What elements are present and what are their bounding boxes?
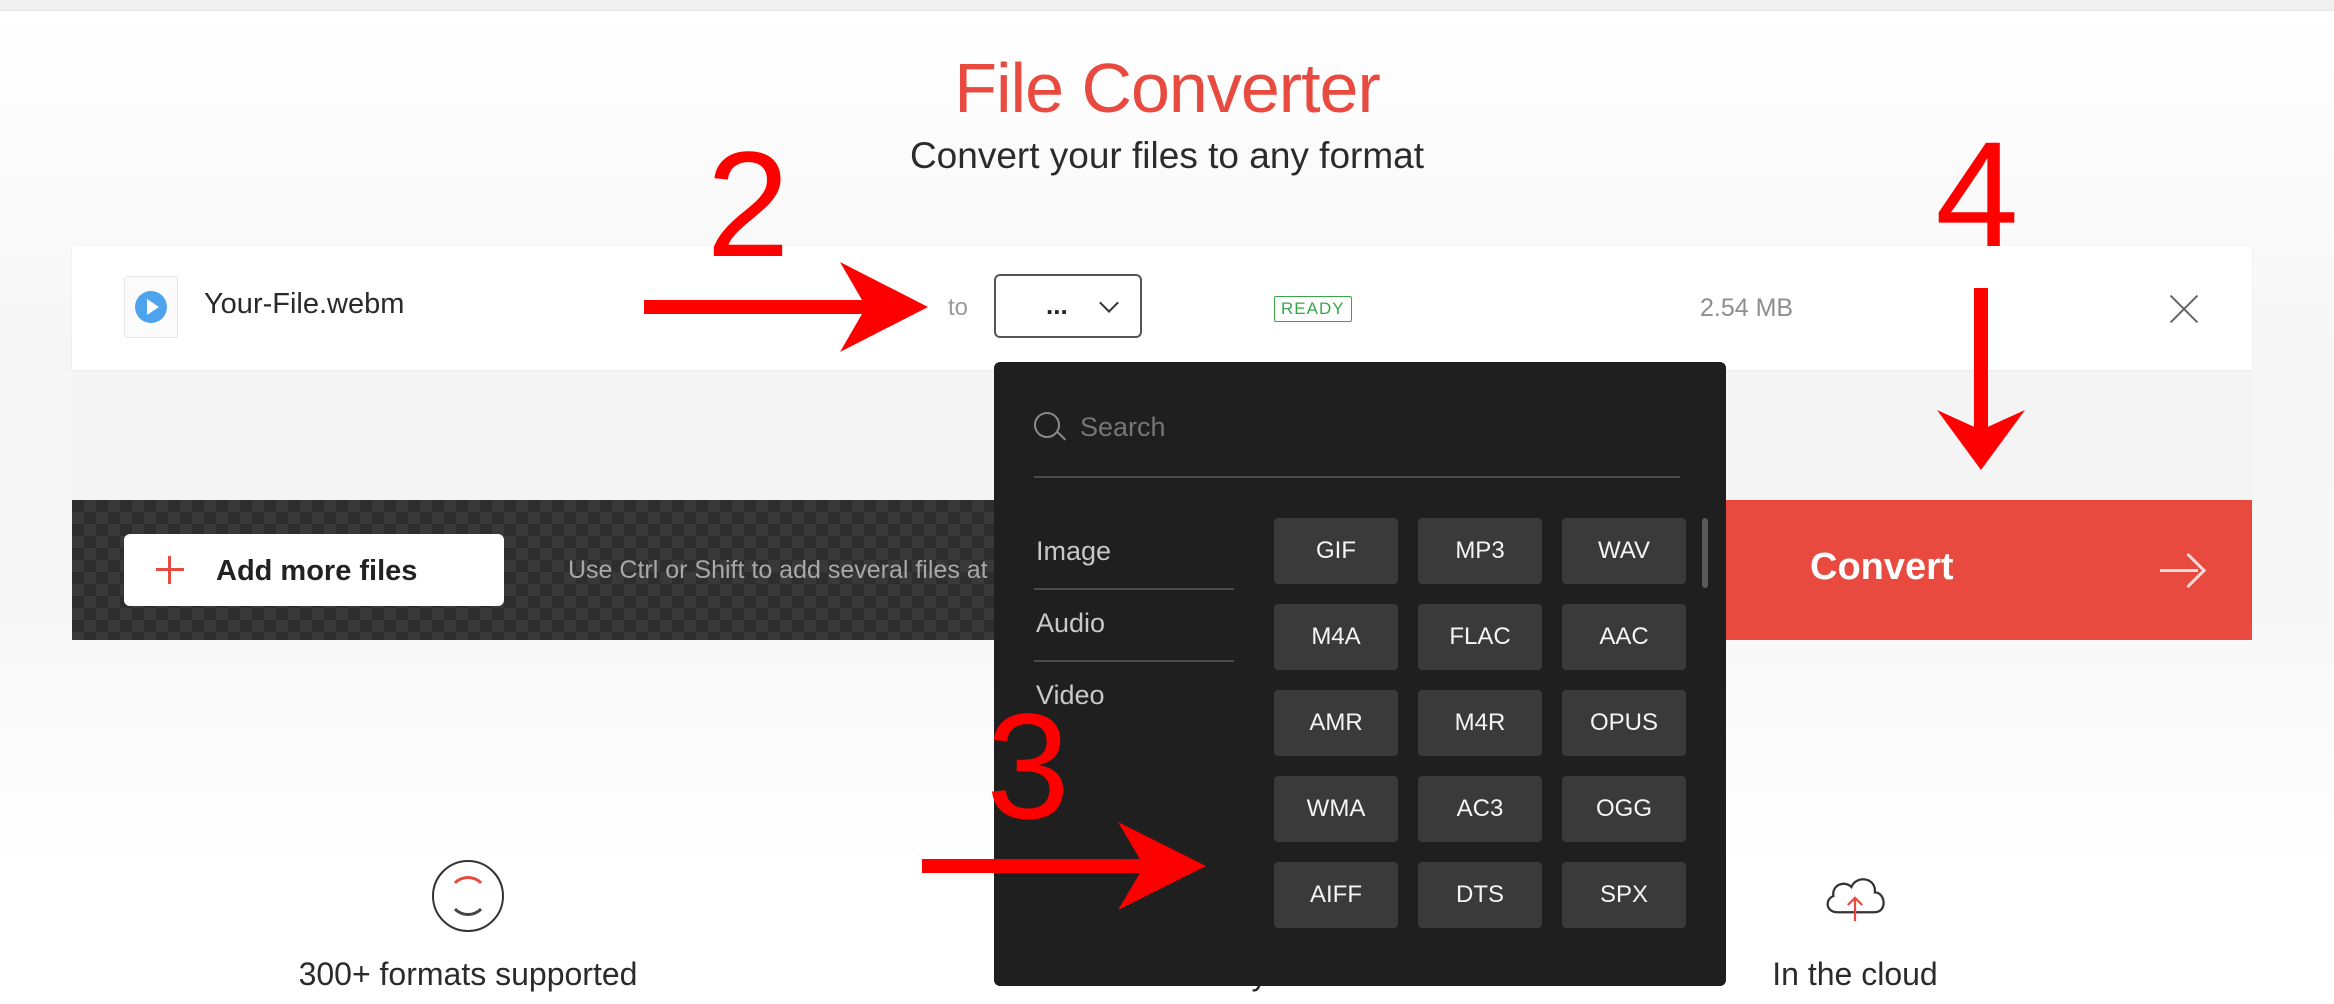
annotation-overlay: 2 4 3 — [644, 110, 2025, 910]
step-4-label: 4 — [1935, 110, 2018, 278]
step-3-label: 3 — [986, 682, 1069, 850]
step-2-label: 2 — [706, 120, 789, 288]
